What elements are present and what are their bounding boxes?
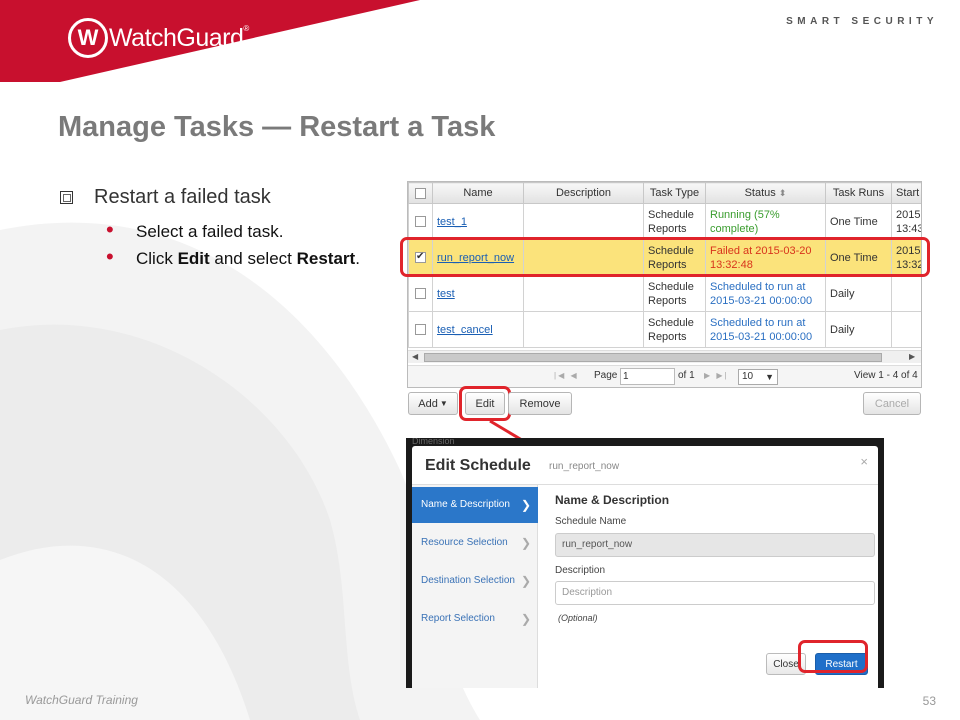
select-all-checkbox[interactable] xyxy=(415,187,426,199)
chevron-right-icon: ❯ xyxy=(520,536,531,550)
chevron-down-icon: ▼ xyxy=(439,399,448,408)
sub-bullet-1: • Select a failed task. xyxy=(106,219,360,243)
start-time-cell xyxy=(891,311,921,348)
start-time-cell xyxy=(891,275,921,312)
dialog-subtitle: run_report_now xyxy=(549,461,620,472)
pager-bar: |◀ ◀ Page 1 of 1 ▶ ▶| 10 ▼ View 1 - 4 of … xyxy=(408,365,921,387)
nav-destination-selection[interactable]: Destination Selection ❯ xyxy=(412,563,538,599)
nav-name-description[interactable]: Name & Description ❯ xyxy=(412,487,538,523)
col-status[interactable]: Status ⬍ xyxy=(705,182,826,204)
page-label: Page xyxy=(594,370,618,381)
task-name-link[interactable]: test_cancel xyxy=(437,324,493,336)
bullet-list: Restart a failed task • Select a failed … xyxy=(60,186,360,270)
registered-mark: ® xyxy=(243,23,250,33)
page-number: 53 xyxy=(922,694,936,708)
name-cell: test_1 xyxy=(432,203,524,240)
row-checkbox[interactable] xyxy=(415,216,426,227)
task-grid: Name Description Task Type Status ⬍ Task… xyxy=(407,181,922,388)
logo-text: WatchGuard xyxy=(109,23,244,52)
nav-report-selection[interactable]: Report Selection ❯ xyxy=(412,601,538,637)
dialog-sidebar: Name & Description ❯ Resource Selection ❯ … xyxy=(412,485,538,688)
dialog-title: Edit Schedule xyxy=(425,457,531,474)
first-prev-page-icon[interactable]: |◀ ◀ xyxy=(554,371,579,380)
sub-bullet-2: • Click Edit and select Restart. xyxy=(106,246,360,270)
schedule-name-field[interactable]: run_report_now xyxy=(555,533,875,557)
description-cell xyxy=(523,275,644,312)
nav-resource-selection[interactable]: Resource Selection ❯ xyxy=(412,525,538,561)
scroll-left-icon[interactable]: ◀ xyxy=(412,352,418,361)
horizontal-scrollbar[interactable]: ◀ ▶ xyxy=(408,350,921,363)
col-start-time[interactable]: Start T xyxy=(891,182,921,204)
table-header-row: Name Description Task Type Status ⬍ Task… xyxy=(408,182,921,204)
status-cell: Running (57% complete) xyxy=(705,203,826,240)
add-button[interactable]: Add ▼ xyxy=(408,392,458,415)
task-runs-cell: One Time xyxy=(825,203,892,240)
scroll-right-icon[interactable]: ▶ xyxy=(909,352,915,361)
sub-bullet-2-text: Click Edit and select Restart. xyxy=(136,249,360,268)
start-time-cell: 2015-013:43: xyxy=(891,203,921,240)
page-size-select[interactable]: 10 ▼ xyxy=(738,369,778,385)
row-select-cell[interactable] xyxy=(408,275,433,312)
dropdown-arrow-icon: ▼ xyxy=(765,372,774,382)
section-title: Name & Description xyxy=(555,493,670,507)
sort-icon: ⬍ xyxy=(778,188,787,198)
status-cell: Scheduled to run at 2015-03-21 00:00:00 xyxy=(705,275,826,312)
task-name-link[interactable]: test_1 xyxy=(437,216,467,228)
page-of-label: of 1 xyxy=(678,370,695,381)
chevron-right-icon: ❯ xyxy=(520,574,531,588)
name-cell: test xyxy=(432,275,524,312)
task-name-link[interactable]: test xyxy=(437,288,455,300)
bullet-main: Restart a failed task xyxy=(60,186,360,209)
col-task-type[interactable]: Task Type xyxy=(643,182,706,204)
row-select-cell[interactable] xyxy=(408,203,433,240)
row-checkbox[interactable] xyxy=(415,288,426,299)
page-input[interactable]: 1 xyxy=(620,368,675,385)
bullet-main-text: Restart a failed task xyxy=(94,186,271,208)
status-cell: Scheduled to run at 2015-03-21 00:00:00 xyxy=(705,311,826,348)
row-highlight-outline xyxy=(400,237,930,277)
select-all-cell[interactable] xyxy=(408,182,433,204)
row-checkbox[interactable] xyxy=(415,324,426,335)
slide-title: Manage Tasks — Restart a Task xyxy=(58,111,496,143)
bullet-dot-icon: • xyxy=(106,244,114,269)
description-cell xyxy=(523,203,644,240)
task-type-cell: Schedule Reports xyxy=(643,311,706,348)
logo-w-icon: W xyxy=(68,18,108,58)
tagline: SMART SECURITY xyxy=(786,16,938,27)
background-label: Dimension xyxy=(412,438,455,446)
table-row[interactable]: test_1 Schedule Reports Running (57% complet… xyxy=(408,203,921,240)
scroll-thumb[interactable] xyxy=(424,353,882,362)
task-type-cell: Schedule Reports xyxy=(643,203,706,240)
restart-highlight-outline xyxy=(798,640,868,673)
sub-bullet-1-text: Select a failed task. xyxy=(136,222,284,241)
col-task-runs[interactable]: Task Runs xyxy=(825,182,892,204)
next-last-page-icon[interactable]: ▶ ▶| xyxy=(704,371,729,380)
cancel-button[interactable]: Cancel xyxy=(863,392,921,415)
page-summary: View 1 - 4 of 4 xyxy=(854,370,918,381)
task-type-cell: Schedule Reports xyxy=(643,275,706,312)
chevron-right-icon: ❯ xyxy=(520,612,531,626)
checkbox-bullet-icon xyxy=(60,191,73,204)
row-select-cell[interactable] xyxy=(408,311,433,348)
col-name[interactable]: Name xyxy=(432,182,524,204)
edit-highlight-outline xyxy=(459,386,511,421)
remove-button[interactable]: Remove xyxy=(508,392,572,415)
col-description[interactable]: Description xyxy=(523,182,644,204)
schedule-name-label: Schedule Name xyxy=(555,516,627,527)
table-row[interactable]: test Schedule Reports Scheduled to run at 20… xyxy=(408,275,921,312)
task-runs-cell: Daily xyxy=(825,275,892,312)
chevron-right-icon: ❯ xyxy=(520,498,531,512)
task-runs-cell: Daily xyxy=(825,311,892,348)
name-cell: test_cancel xyxy=(432,311,524,348)
watchguard-logo: W WatchGuard ® xyxy=(68,16,249,60)
description-label: Description xyxy=(555,565,606,576)
optional-note: (Optional) xyxy=(558,613,598,623)
close-icon[interactable]: × xyxy=(860,454,868,469)
bullet-dot-icon: • xyxy=(106,217,114,242)
footer-training: WatchGuard Training xyxy=(25,693,138,707)
description-cell xyxy=(523,311,644,348)
table-row[interactable]: test_cancel Schedule Reports Scheduled to r… xyxy=(408,311,921,348)
description-field[interactable]: Description xyxy=(555,581,875,605)
